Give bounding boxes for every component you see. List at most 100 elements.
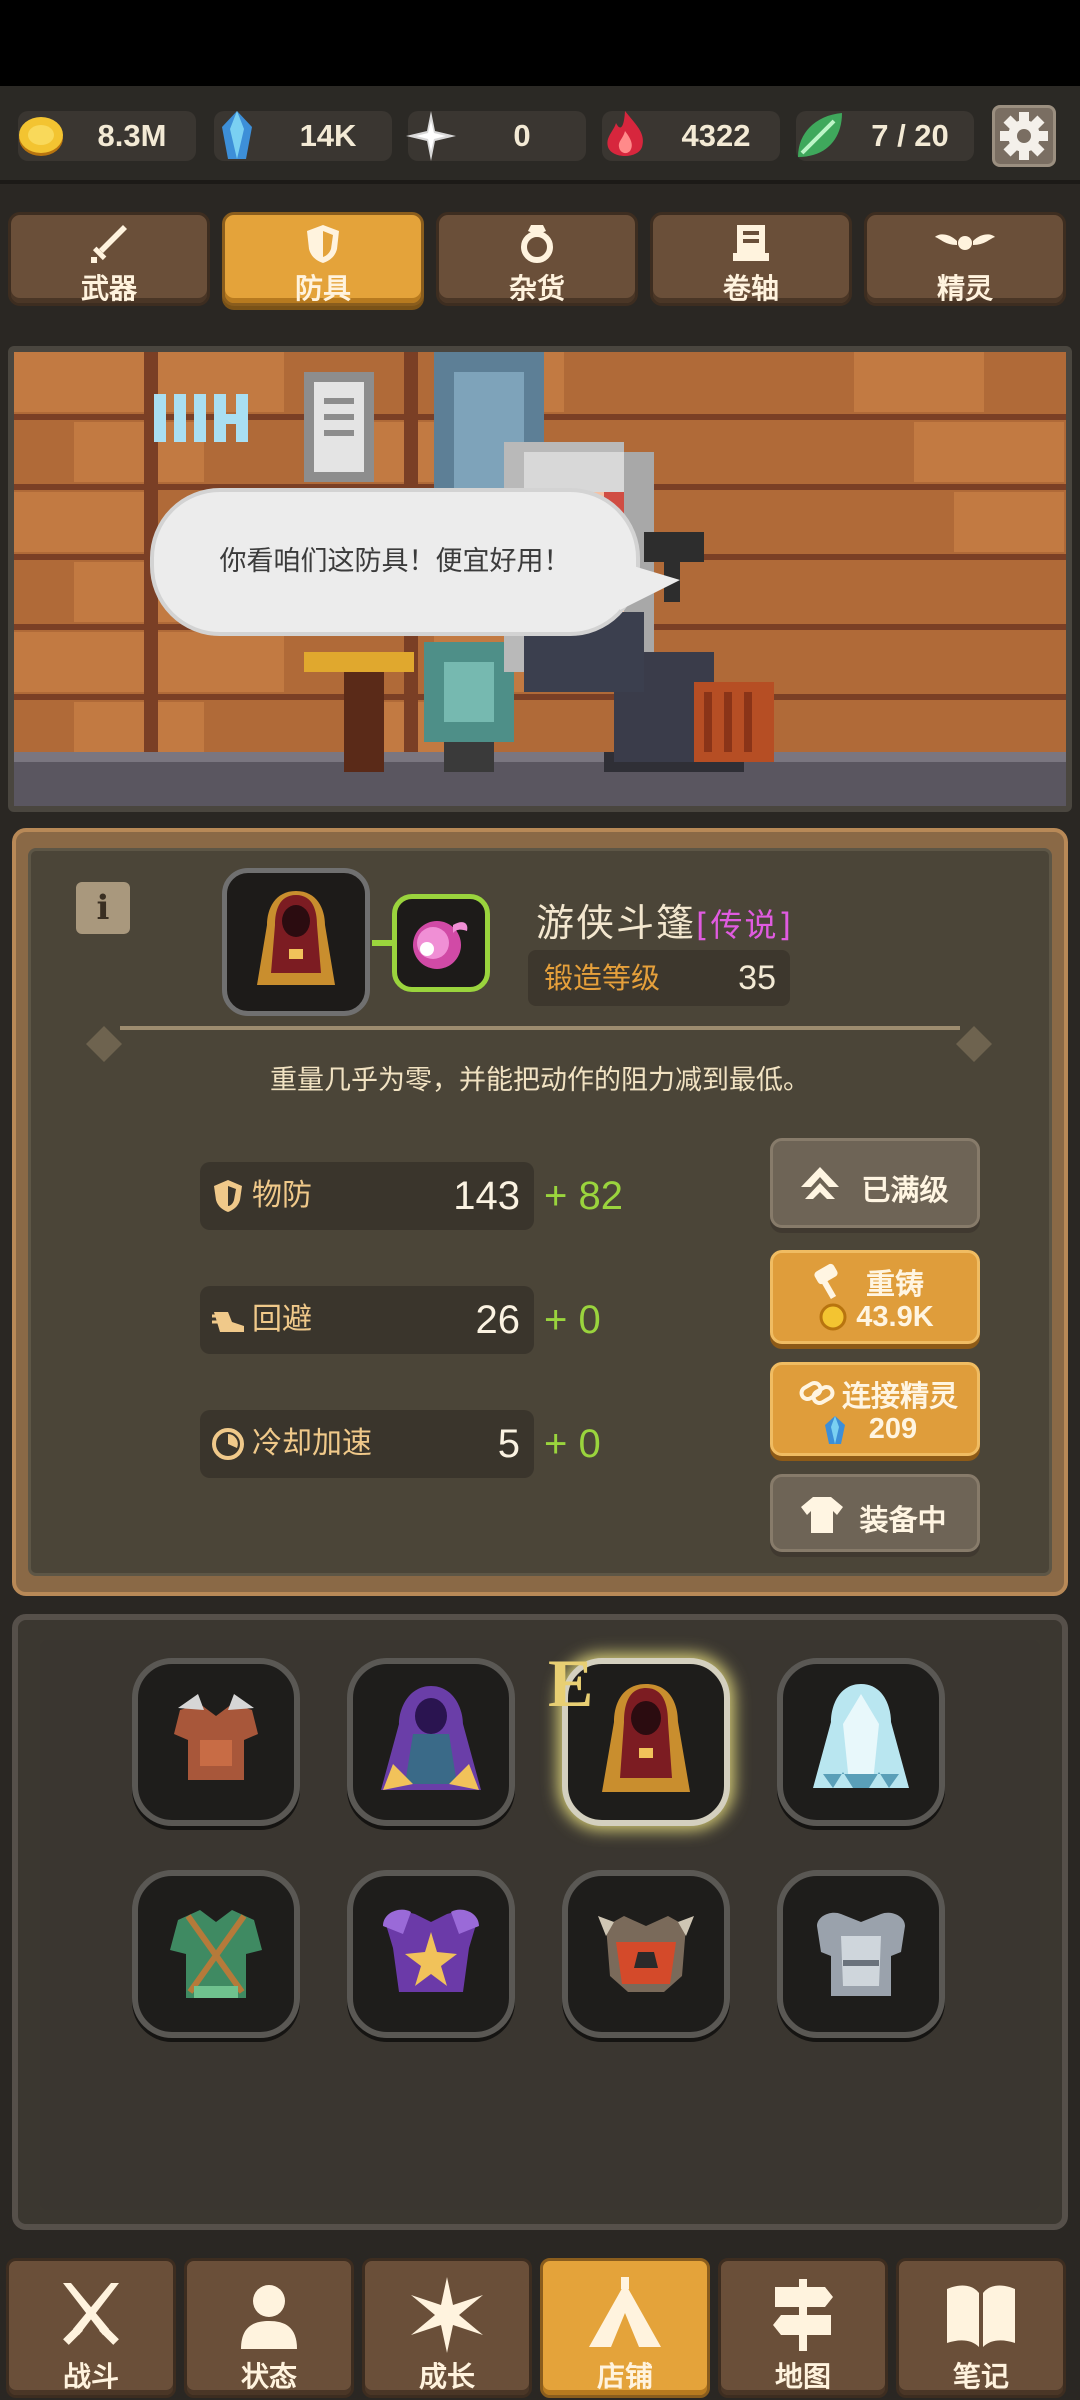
stat-evasion-label: 回避 — [252, 1302, 312, 1337]
crossed-swords-icon — [63, 2283, 119, 2345]
link-spirit-button[interactable]: 连接精灵 209 — [770, 1362, 980, 1456]
ring-icon — [521, 225, 553, 263]
shield-icon — [307, 225, 339, 263]
reforge-cost: 43.9K — [856, 1301, 934, 1333]
info-button[interactable]: i — [76, 882, 130, 934]
tab-spirits[interactable]: 精灵 — [864, 212, 1066, 306]
item-title: 游侠斗篷[传说] — [536, 892, 793, 947]
green-tunic-icon — [170, 1910, 262, 1998]
shopkeeper-dialog: 你看咱们这防具！便宜好用！ — [219, 546, 571, 577]
gem-value: 14K — [299, 118, 357, 153]
tent-icon — [589, 2277, 661, 2347]
tab-armor-label: 防具 — [294, 272, 351, 305]
reforge-button[interactable]: 重铸 43.9K — [770, 1250, 980, 1344]
inventory-slot-ice-robe[interactable] — [777, 1658, 945, 1826]
person-icon — [241, 2285, 297, 2349]
spirit-counter: 7 / 20 — [796, 111, 974, 161]
inventory-slot-purple-star-armor[interactable] — [347, 1870, 515, 2038]
inventory-slot-steel-plate-armor[interactable] — [777, 1870, 945, 2038]
nav-battle-label: 战斗 — [62, 2360, 119, 2393]
inventory-slot-spiked-orange-armor[interactable] — [562, 1870, 730, 2038]
item-description: 重量几乎为零，并能把动作的阻力减到最低。 — [270, 1065, 810, 1096]
tab-misc-label: 杂货 — [508, 272, 565, 305]
settings-button[interactable] — [992, 105, 1056, 167]
flame-counter: 4322 — [602, 111, 780, 161]
inventory-slot-leather-vest[interactable] — [132, 1658, 300, 1826]
nav-battle[interactable]: 战斗 — [6, 2258, 176, 2398]
stat-cooldown-bonus: + 0 — [544, 1422, 601, 1466]
pink-spirit-orb-icon — [413, 921, 468, 969]
nav-status-label: 状态 — [240, 2360, 297, 2393]
stat-defense-value: 143 — [453, 1174, 520, 1218]
selected-item-frame[interactable] — [222, 868, 370, 1016]
star-burst-icon — [411, 2277, 483, 2353]
steel-plate-armor-icon — [817, 1912, 905, 1996]
gold-coin-icon — [19, 117, 63, 156]
equipped-marker: E — [548, 1645, 594, 1721]
stat-defense: 物防 143 — [200, 1162, 534, 1230]
nav-map[interactable]: 地图 — [718, 2258, 888, 2398]
inventory-slot-green-tunic[interactable] — [132, 1870, 300, 2038]
linked-spirit-frame[interactable] — [392, 894, 490, 992]
inventory-slot-purple-mage-robe[interactable] — [347, 1658, 515, 1826]
green-leaf-icon — [798, 113, 842, 157]
winged-boot-icon — [212, 1312, 244, 1332]
tab-scrolls[interactable]: 卷轴 — [650, 212, 852, 306]
info-icon: i — [96, 888, 110, 928]
nav-shop[interactable]: 店铺 — [540, 2258, 710, 2398]
stat-evasion-value: 26 — [475, 1298, 521, 1342]
link-spirit-label: 连接精灵 — [841, 1379, 958, 1413]
sparkle-icon — [406, 111, 456, 161]
stat-cooldown-label: 冷却加速 — [252, 1426, 372, 1461]
tab-scrolls-label: 卷轴 — [722, 272, 779, 305]
nav-shop-label: 店铺 — [596, 2360, 653, 2393]
forge-level-value: 35 — [738, 959, 776, 997]
nav-notes-label: 笔记 — [952, 2360, 1009, 2393]
spirit-link-connector — [372, 940, 392, 946]
nav-notes[interactable]: 笔记 — [896, 2258, 1066, 2398]
gold-counter: 8.3M — [18, 111, 196, 161]
nav-growth-label: 成长 — [418, 2360, 475, 2393]
spirit-value: 7 / 20 — [871, 118, 949, 153]
description-divider — [120, 1026, 960, 1030]
star-value: 0 — [513, 118, 531, 153]
leather-vest-icon — [174, 1694, 258, 1780]
gear-icon — [1000, 112, 1048, 160]
max-level-label: 已满级 — [861, 1173, 949, 1207]
scroll-icon — [733, 225, 769, 261]
stat-evasion: 回避 26 — [200, 1286, 534, 1354]
resource-bar: 8.3M 14K 0 4322 7 / 20 — [0, 86, 1080, 184]
max-level-button[interactable]: 已满级 — [770, 1138, 980, 1228]
forge-level-label: 锻造等级 — [544, 961, 661, 995]
blue-crystal-icon — [222, 111, 252, 159]
status-bar — [0, 0, 1080, 86]
item-name: 游侠斗篷 — [536, 901, 697, 945]
star-counter: 0 — [406, 111, 586, 161]
ice-robe-icon — [813, 1684, 909, 1788]
shield-small-icon — [214, 1180, 242, 1212]
tab-weapons[interactable]: 武器 — [8, 212, 210, 306]
equipped-button[interactable]: 装备中 — [770, 1474, 980, 1552]
spiked-orange-armor-icon — [598, 1916, 694, 1992]
wings-icon — [935, 234, 995, 250]
gold-value: 8.3M — [97, 118, 167, 153]
stat-cooldown: 冷却加速 5 — [200, 1410, 534, 1478]
link-spirit-cost: 209 — [868, 1413, 918, 1445]
open-book-icon — [947, 2285, 1015, 2347]
tab-spirits-label: 精灵 — [936, 272, 993, 305]
tab-armor[interactable]: 防具 — [222, 212, 424, 306]
gem-counter: 14K — [214, 111, 392, 161]
tab-weapons-label: 武器 — [80, 272, 137, 305]
sword-icon — [91, 225, 127, 263]
nav-growth[interactable]: 成长 — [362, 2258, 532, 2398]
stat-cooldown-value: 5 — [497, 1422, 520, 1466]
tab-misc[interactable]: 杂货 — [436, 212, 638, 306]
cooldown-icon — [212, 1428, 244, 1460]
ranger-cloak-icon — [257, 891, 335, 985]
red-flame-icon — [607, 111, 643, 156]
item-rarity: [传说] — [696, 906, 793, 944]
purple-star-armor-icon — [383, 1909, 479, 1992]
equipped-label: 装备中 — [859, 1503, 947, 1537]
nav-status[interactable]: 状态 — [184, 2258, 354, 2398]
purple-mage-robe-icon — [381, 1686, 481, 1790]
